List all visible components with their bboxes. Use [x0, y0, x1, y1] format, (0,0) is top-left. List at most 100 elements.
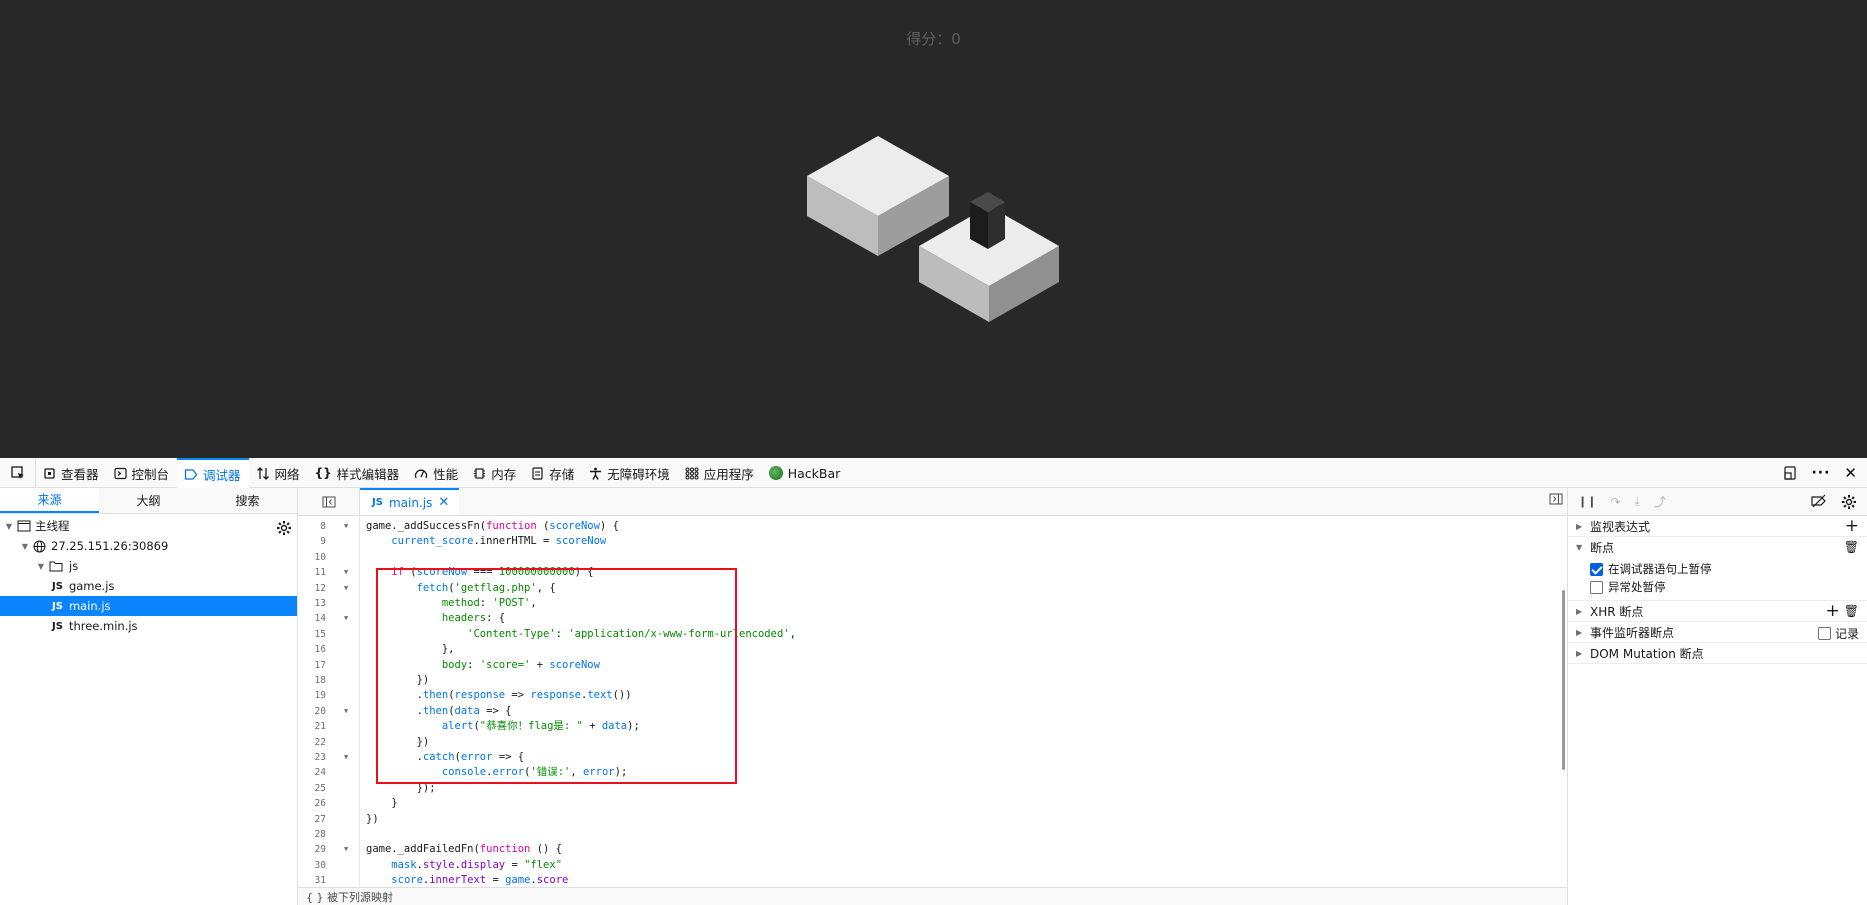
element-picker-icon [10, 466, 24, 479]
source-tree-settings-button[interactable] [273, 517, 295, 539]
section-event-listener-breakpoints[interactable]: ▶ 事件监听器断点 记录 [1568, 622, 1867, 643]
line-number[interactable]: 22 [298, 735, 326, 750]
line-number[interactable]: 25 [298, 781, 326, 796]
collapsed-arrow-icon: ▶ [1576, 648, 1583, 658]
tab-performance[interactable]: 性能 [407, 458, 466, 488]
tab-hackbar[interactable]: HackBar [762, 458, 849, 488]
line-number[interactable]: 30 [298, 858, 326, 873]
line-number[interactable]: 8 [298, 519, 326, 534]
line-number[interactable]: 26 [298, 796, 326, 811]
tree-item-file[interactable]: JS three.min.js [0, 616, 297, 636]
pause-icon[interactable]: ❙❙ [1578, 495, 1596, 508]
pause-on-exceptions-checkbox[interactable] [1590, 580, 1603, 594]
tab-application[interactable]: 应用程序 [678, 458, 762, 488]
more-options-icon[interactable]: ··· [1811, 465, 1830, 481]
gear-icon[interactable] [1841, 494, 1857, 510]
footer-text: { } 被下列源映射 [306, 890, 393, 904]
trash-icon[interactable]: 🗑 [1844, 604, 1859, 618]
editor-scrollbar[interactable] [1562, 590, 1565, 770]
inspector-icon [44, 467, 55, 479]
line-number[interactable]: 17 [298, 658, 326, 673]
sources-tabs: 来源 大纲 搜索 [0, 488, 297, 514]
tab-label: 网络 [274, 466, 300, 482]
expand-arrow-icon[interactable]: ▼ [20, 542, 30, 551]
line-number[interactable]: 19 [298, 688, 326, 703]
section-watch-expressions[interactable]: ▶ 监视表达式 + [1568, 516, 1867, 537]
dock-icon[interactable] [1783, 465, 1797, 480]
line-number[interactable]: 10 [298, 550, 326, 565]
code-view[interactable]: 8 ▼ 9 10 11 ▼ 12 ▼ 13 14 ▼ 15 16 17 18 19 20 ▼ 21 22 23 ▼ 24 25… [298, 516, 1567, 887]
add-icon[interactable]: + [1845, 518, 1859, 535]
line-number[interactable]: 18 [298, 673, 326, 688]
tab-network[interactable]: 网络 [249, 458, 308, 488]
line-number[interactable]: 29 [298, 842, 326, 857]
tree-item-file-selected[interactable]: JS main.js [0, 596, 297, 616]
line-number[interactable]: 28 [298, 827, 326, 842]
console-icon [113, 467, 127, 479]
fold-arrow-icon[interactable]: ▼ [344, 704, 348, 719]
line-number[interactable]: 24 [298, 765, 326, 780]
tab-accessibility[interactable]: 无障碍环境 [582, 458, 678, 488]
close-icon[interactable]: ✕ [1844, 464, 1857, 482]
line-number[interactable]: 27 [298, 812, 326, 827]
step-over-icon[interactable]: ↷ [1610, 495, 1620, 509]
line-number[interactable]: 12 [298, 581, 326, 596]
option-label: 在调试器语句上暂停 [1608, 562, 1712, 576]
fold-arrow-icon[interactable]: ▼ [344, 519, 348, 534]
expand-arrow-icon[interactable]: ▼ [4, 522, 14, 531]
line-number[interactable]: 23 [298, 750, 326, 765]
editor-tab-main-js[interactable]: JS main.js ✕ [360, 488, 460, 515]
pause-on-exceptions-option[interactable]: 异常处暂停 [1568, 578, 1867, 596]
trash-icon[interactable]: 🗑 [1844, 540, 1859, 554]
fold-arrow-icon[interactable]: ▼ [344, 611, 348, 626]
tab-storage[interactable]: 存储 [524, 458, 582, 488]
tree-item-host[interactable]: ▼ 27.25.151.26:30869 [0, 536, 297, 556]
line-number[interactable]: 16 [298, 642, 326, 657]
step-out-icon[interactable]: ⤴ [1654, 493, 1666, 510]
section-dom-mutation-breakpoints[interactable]: ▶ DOM Mutation 断点 [1568, 643, 1867, 664]
toolbar-right-controls: ··· ✕ [1783, 458, 1867, 487]
line-number[interactable]: 9 [298, 534, 326, 549]
line-number[interactable]: 21 [298, 719, 326, 734]
line-number[interactable]: 14 [298, 611, 326, 626]
tab-outline[interactable]: 大纲 [99, 488, 198, 513]
expanded-arrow-icon: ▼ [1576, 543, 1583, 552]
tree-item-file[interactable]: JS game.js [0, 576, 297, 596]
fold-arrow-icon[interactable]: ▼ [344, 565, 348, 580]
tab-debugger[interactable]: 调试器 [177, 458, 249, 488]
toggle-sources-panel-button[interactable] [298, 488, 360, 515]
fold-arrow-icon[interactable]: ▼ [344, 750, 348, 765]
line-number[interactable]: 20 [298, 704, 326, 719]
expand-arrow-icon[interactable]: ▼ [36, 562, 46, 571]
element-picker-button[interactable] [0, 458, 36, 488]
line-number[interactable]: 31 [298, 873, 326, 887]
tree-item-folder[interactable]: ▼ js [0, 556, 297, 576]
line-number[interactable]: 11 [298, 565, 326, 580]
tab-search[interactable]: 搜索 [198, 488, 297, 513]
pause-on-debugger-option[interactable]: 在调试器语句上暂停 [1568, 560, 1867, 578]
log-checkbox[interactable] [1817, 627, 1831, 640]
line-number[interactable]: 15 [298, 627, 326, 642]
section-breakpoints[interactable]: ▼ 断点 🗑 [1568, 537, 1867, 558]
toggle-debugger-panel-button[interactable] [1549, 493, 1563, 508]
tab-inspector[interactable]: 查看器 [36, 458, 107, 488]
section-label: XHR 断点 [1590, 604, 1644, 619]
fold-arrow-icon[interactable]: ▼ [344, 581, 348, 596]
section-xhr-breakpoints[interactable]: ▶ XHR 断点 + 🗑 [1568, 601, 1867, 622]
step-in-icon[interactable]: ⤓ [1635, 494, 1640, 509]
deactivate-breakpoints-icon[interactable] [1811, 494, 1827, 508]
code-line: current_score.innerHTML = scoreNow [391, 535, 607, 548]
game-canvas[interactable]: 得分：0 [0, 0, 1867, 458]
close-tab-icon[interactable]: ✕ [438, 495, 449, 510]
tab-console[interactable]: 控制台 [107, 458, 178, 488]
fold-arrow-icon[interactable]: ▼ [344, 842, 348, 857]
tree-label: 27.25.151.26:30869 [51, 539, 169, 553]
pause-on-debugger-checkbox[interactable] [1590, 562, 1603, 576]
folder-icon [49, 561, 63, 572]
tab-sources[interactable]: 来源 [0, 488, 99, 513]
tab-memory[interactable]: 内存 [466, 458, 524, 488]
add-icon[interactable]: + [1826, 603, 1840, 620]
tree-item-thread[interactable]: ▼ 主线程 [0, 516, 297, 536]
line-number[interactable]: 13 [298, 596, 326, 611]
tab-style-editor[interactable]: {} 样式编辑器 [308, 458, 408, 488]
